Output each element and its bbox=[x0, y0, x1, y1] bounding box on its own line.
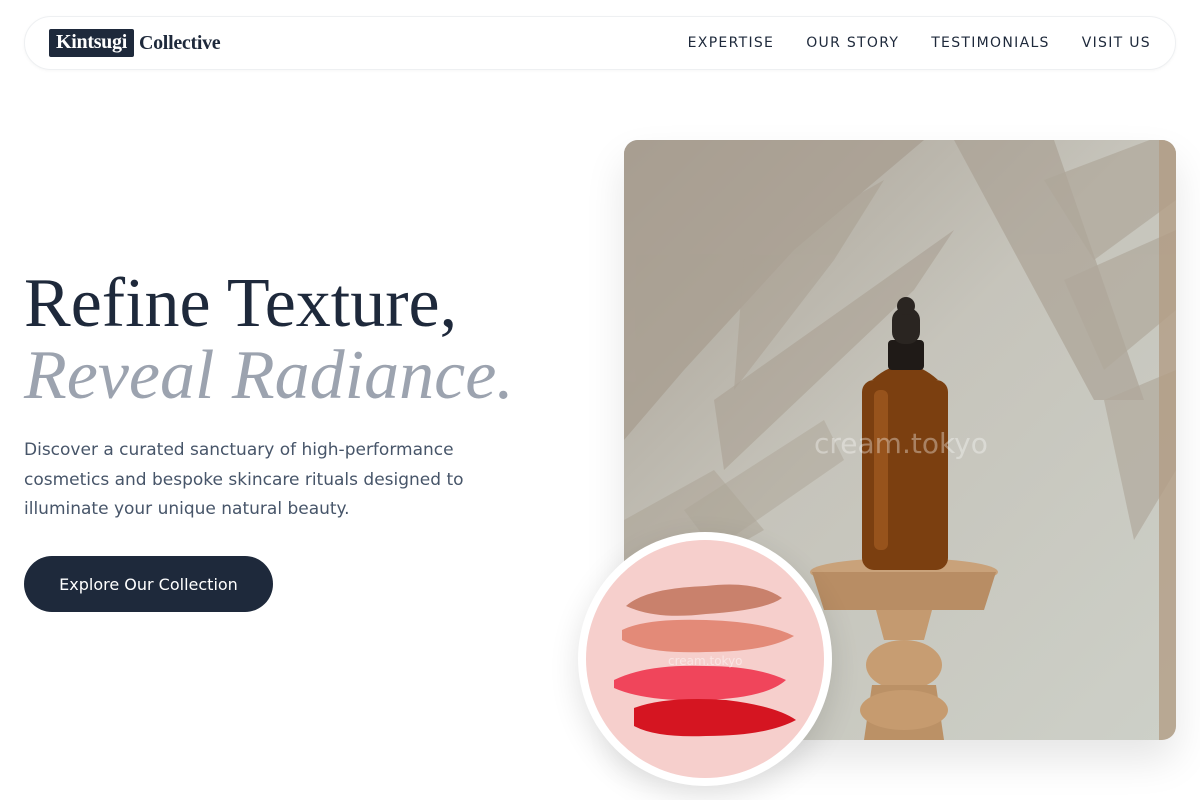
main-image-watermark: cream.tokyo bbox=[814, 427, 988, 460]
hero-headline: Refine Texture, Reveal Radiance. bbox=[24, 268, 514, 412]
lipstick-swatch-image: cream.tokyo bbox=[578, 532, 832, 786]
nav-links: EXPERTISE OUR STORY TESTIMONIALS VISIT U… bbox=[688, 35, 1151, 51]
circle-image-watermark: cream.tokyo bbox=[668, 654, 743, 668]
logo-boxed-text: Kintsugi bbox=[49, 29, 134, 57]
headline-line-2: Reveal Radiance. bbox=[24, 337, 514, 414]
explore-collection-button[interactable]: Explore Our Collection bbox=[24, 556, 273, 612]
logo-text: Collective bbox=[138, 31, 221, 54]
top-navbar: Kintsugi Collective EXPERTISE OUR STORY … bbox=[24, 16, 1176, 70]
brand-logo[interactable]: Kintsugi Collective bbox=[49, 29, 221, 57]
nav-link-visit-us[interactable]: VISIT US bbox=[1082, 35, 1151, 51]
nav-link-testimonials[interactable]: TESTIMONIALS bbox=[931, 35, 1050, 51]
nav-link-expertise[interactable]: EXPERTISE bbox=[688, 35, 775, 51]
nav-link-our-story[interactable]: OUR STORY bbox=[806, 35, 899, 51]
swatch-illustration: cream.tokyo bbox=[586, 540, 824, 778]
hero-description: Discover a curated sanctuary of high-per… bbox=[24, 440, 464, 519]
headline-line-1: Refine Texture, bbox=[24, 265, 458, 342]
